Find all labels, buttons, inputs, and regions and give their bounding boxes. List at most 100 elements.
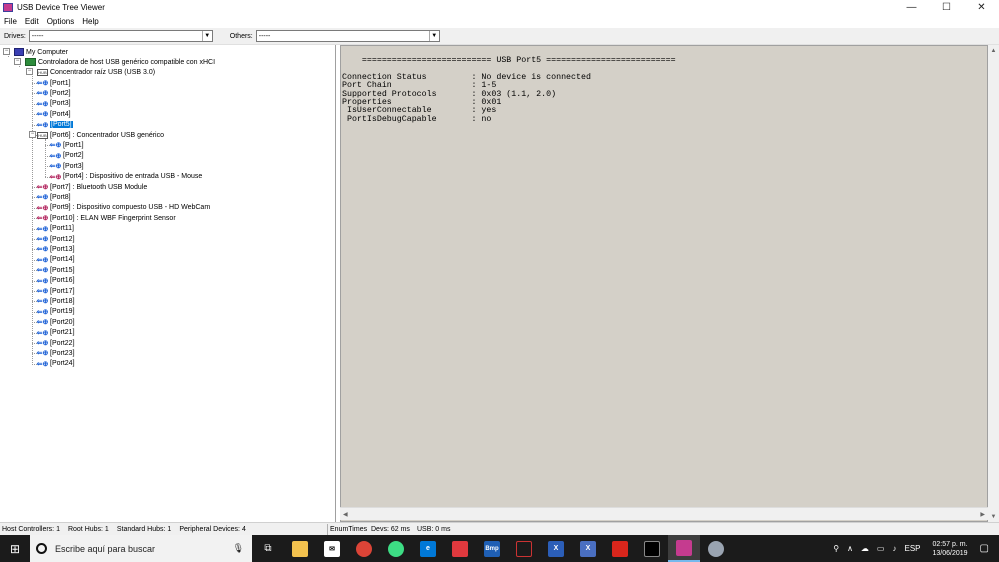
scroll-up-icon[interactable]: ▲ xyxy=(988,45,999,56)
app-bird-icon[interactable] xyxy=(700,535,732,562)
language-indicator[interactable]: ESP xyxy=(904,544,920,553)
tree-node-root-hub[interactable]: − HUB Concentrador raíz USB (USB 3.0) xyxy=(26,67,155,77)
bmp-cut-icon[interactable]: Bmp xyxy=(476,535,508,562)
tree-node-host-controller[interactable]: − Controladora de host USB genérico comp… xyxy=(14,57,215,67)
tree-node-port[interactable]: ⇐⊕ [Port4] : Dispositivo de entrada USB -… xyxy=(45,172,202,182)
notifications-icon[interactable]: ▢ xyxy=(980,543,989,554)
usb-port-icon: ⇐⊕ xyxy=(36,80,49,87)
mail-icon[interactable]: ✉ xyxy=(316,535,348,562)
tree-node-port[interactable]: ⇐⊕ [Port23] xyxy=(32,348,75,358)
app-x-icon[interactable]: X xyxy=(540,535,572,562)
windows-start-icon[interactable]: ⊞ xyxy=(0,535,30,562)
tree-node-port[interactable]: ⇐⊕ [Port4] xyxy=(32,109,71,119)
collapse-icon[interactable]: − xyxy=(26,68,33,75)
android-studio-icon[interactable] xyxy=(380,535,412,562)
chevron-down-icon[interactable]: ▼ xyxy=(428,31,439,41)
tree-node-port[interactable]: ⇐⊕ [Port22] xyxy=(32,338,75,348)
tree-label: [Port24] xyxy=(50,360,75,368)
tree-node-port[interactable]: ⇐⊕ [Port17] xyxy=(32,286,75,296)
pdf-icon[interactable] xyxy=(604,535,636,562)
usb-device-icon: ⇐⊕ xyxy=(49,173,62,181)
tree-node-port[interactable]: ⇐⊕ [Port10] : ELAN WBF Fingerprint Sensor xyxy=(32,213,176,223)
tree-node-port[interactable]: − HUB [Port6] : Concentrador USB genérico xyxy=(29,130,164,140)
cortana-icon[interactable] xyxy=(36,543,47,554)
chevron-down-icon[interactable]: ▼ xyxy=(201,31,212,41)
tree-node-port[interactable]: ⇐⊕ [Port7] : Bluetooth USB Module xyxy=(32,182,147,192)
menu-options[interactable]: Options xyxy=(47,17,75,26)
chrome-icon[interactable] xyxy=(348,535,380,562)
taskbar: ⊞ Escribe aquí para buscar 🎙 ⧉ ✉ e Bmp X… xyxy=(0,535,999,562)
tree-node-port[interactable]: ⇐⊕ [Port11] xyxy=(32,224,74,234)
tree-label: [Port15] xyxy=(50,266,75,274)
tree-label: [Port5] xyxy=(50,121,73,129)
horizontal-scrollbar[interactable]: ◀ ▶ xyxy=(340,507,988,520)
tree-node-port[interactable]: ⇐⊕ [Port1] xyxy=(32,78,71,88)
detail-panel[interactable]: ========================== USB Port5 ===… xyxy=(340,45,988,522)
tree-node-port[interactable]: ⇐⊕ [Port5] xyxy=(32,120,73,130)
maximize-button[interactable]: ☐ xyxy=(929,0,964,15)
usb-port-icon: ⇐⊕ xyxy=(36,298,49,306)
file-explorer-icon[interactable] xyxy=(284,535,316,562)
tree-label: [Port14] xyxy=(50,256,75,264)
scroll-down-icon[interactable]: ▼ xyxy=(988,511,999,522)
tree-node-port[interactable]: ⇐⊕ [Port3] xyxy=(45,161,84,171)
minimize-button[interactable]: — xyxy=(894,0,929,15)
collapse-icon[interactable]: − xyxy=(14,58,21,65)
app-x-blue-icon[interactable]: X xyxy=(572,535,604,562)
tree-node-port[interactable]: ⇐⊕ [Port9] : Dispositivo compuesto USB - … xyxy=(32,203,210,213)
edge-icon[interactable]: e xyxy=(412,535,444,562)
usb-device-icon: ⇐⊕ xyxy=(36,204,49,212)
tree-node-port[interactable]: ⇐⊕ [Port1] xyxy=(45,140,84,150)
menu-help[interactable]: Help xyxy=(82,17,98,26)
tree-node-port[interactable]: ⇐⊕ [Port8] xyxy=(32,192,71,202)
drives-select[interactable]: ----- ▼ xyxy=(28,30,213,42)
tree-node-port[interactable]: ⇐⊕ [Port2] xyxy=(32,88,71,98)
others-select[interactable]: ----- ▼ xyxy=(255,30,440,42)
scroll-left-icon[interactable]: ◀ xyxy=(343,511,348,518)
menu-file[interactable]: File xyxy=(4,17,17,26)
window-controls: — ☐ ✕ xyxy=(894,0,999,15)
app-flag-icon[interactable] xyxy=(508,535,540,562)
usb-port-icon: ⇐⊕ xyxy=(36,194,49,202)
usb-port-icon: ⇐⊕ xyxy=(49,152,62,160)
microphone-icon[interactable]: 🎙 xyxy=(233,543,244,554)
tree-node-port[interactable]: ⇐⊕ [Port14] xyxy=(32,255,75,265)
status-host-controllers: Host Controllers: 1 xyxy=(2,525,60,533)
title-bar: USB Device Tree Viewer — ☐ ✕ xyxy=(0,0,999,15)
tree-node-port[interactable]: ⇐⊕ [Port15] xyxy=(32,265,75,275)
clock[interactable]: 02:57 p. m. 13/06/2019 xyxy=(933,540,968,558)
vertical-scrollbar[interactable]: ▲ ▼ xyxy=(988,45,999,522)
usb-port-icon: ⇐⊕ xyxy=(36,246,49,254)
tree-node-port[interactable]: ⇐⊕ [Port19] xyxy=(32,307,75,317)
tree-node-port[interactable]: ⇐⊕ [Port21] xyxy=(32,328,75,338)
cloud-icon[interactable]: ☁ xyxy=(861,544,869,553)
tree-node-my-computer[interactable]: − My Computer xyxy=(3,47,68,57)
tree-node-port[interactable]: ⇐⊕ [Port16] xyxy=(32,276,75,286)
tree-node-port[interactable]: ⇐⊕ [Port2] xyxy=(45,151,84,161)
close-button[interactable]: ✕ xyxy=(964,0,999,15)
people-icon[interactable]: ⚲ xyxy=(833,544,839,553)
network-icon[interactable]: ▭ xyxy=(877,544,885,553)
menu-edit[interactable]: Edit xyxy=(25,17,39,26)
hub-icon: HUB xyxy=(37,68,48,76)
tree-node-port[interactable]: ⇐⊕ [Port20] xyxy=(32,317,75,327)
tree-node-port[interactable]: ⇐⊕ [Port13] xyxy=(32,244,75,254)
app-red-icon[interactable] xyxy=(444,535,476,562)
device-tree[interactable]: − My Computer − Controladora de host USB… xyxy=(0,45,336,522)
tree-node-port[interactable]: ⇐⊕ [Port3] xyxy=(32,99,71,109)
collapse-icon[interactable]: − xyxy=(3,48,10,55)
scroll-right-icon[interactable]: ▶ xyxy=(980,511,985,518)
show-hidden-icons-icon[interactable]: ∧ xyxy=(847,544,853,553)
usb-tree-viewer-taskbar-icon[interactable] xyxy=(668,535,700,562)
status-bar: Host Controllers: 1 Root Hubs: 1 Standar… xyxy=(0,522,999,535)
terminal-icon[interactable] xyxy=(636,535,668,562)
collapse-icon[interactable]: − xyxy=(29,131,36,138)
taskbar-search[interactable]: Escribe aquí para buscar 🎙 xyxy=(30,535,252,562)
volume-icon[interactable]: ♪ xyxy=(892,544,896,553)
tree-node-port[interactable]: ⇐⊕ [Port12] xyxy=(32,234,75,244)
tree-label: [Port20] xyxy=(50,318,75,326)
usb-port-icon: ⇐⊕ xyxy=(36,288,49,295)
task-view-icon[interactable]: ⧉ xyxy=(252,535,284,562)
tree-node-port[interactable]: ⇐⊕ [Port18] xyxy=(32,296,75,306)
tree-node-port[interactable]: ⇐⊕ [Port24] xyxy=(32,359,75,369)
